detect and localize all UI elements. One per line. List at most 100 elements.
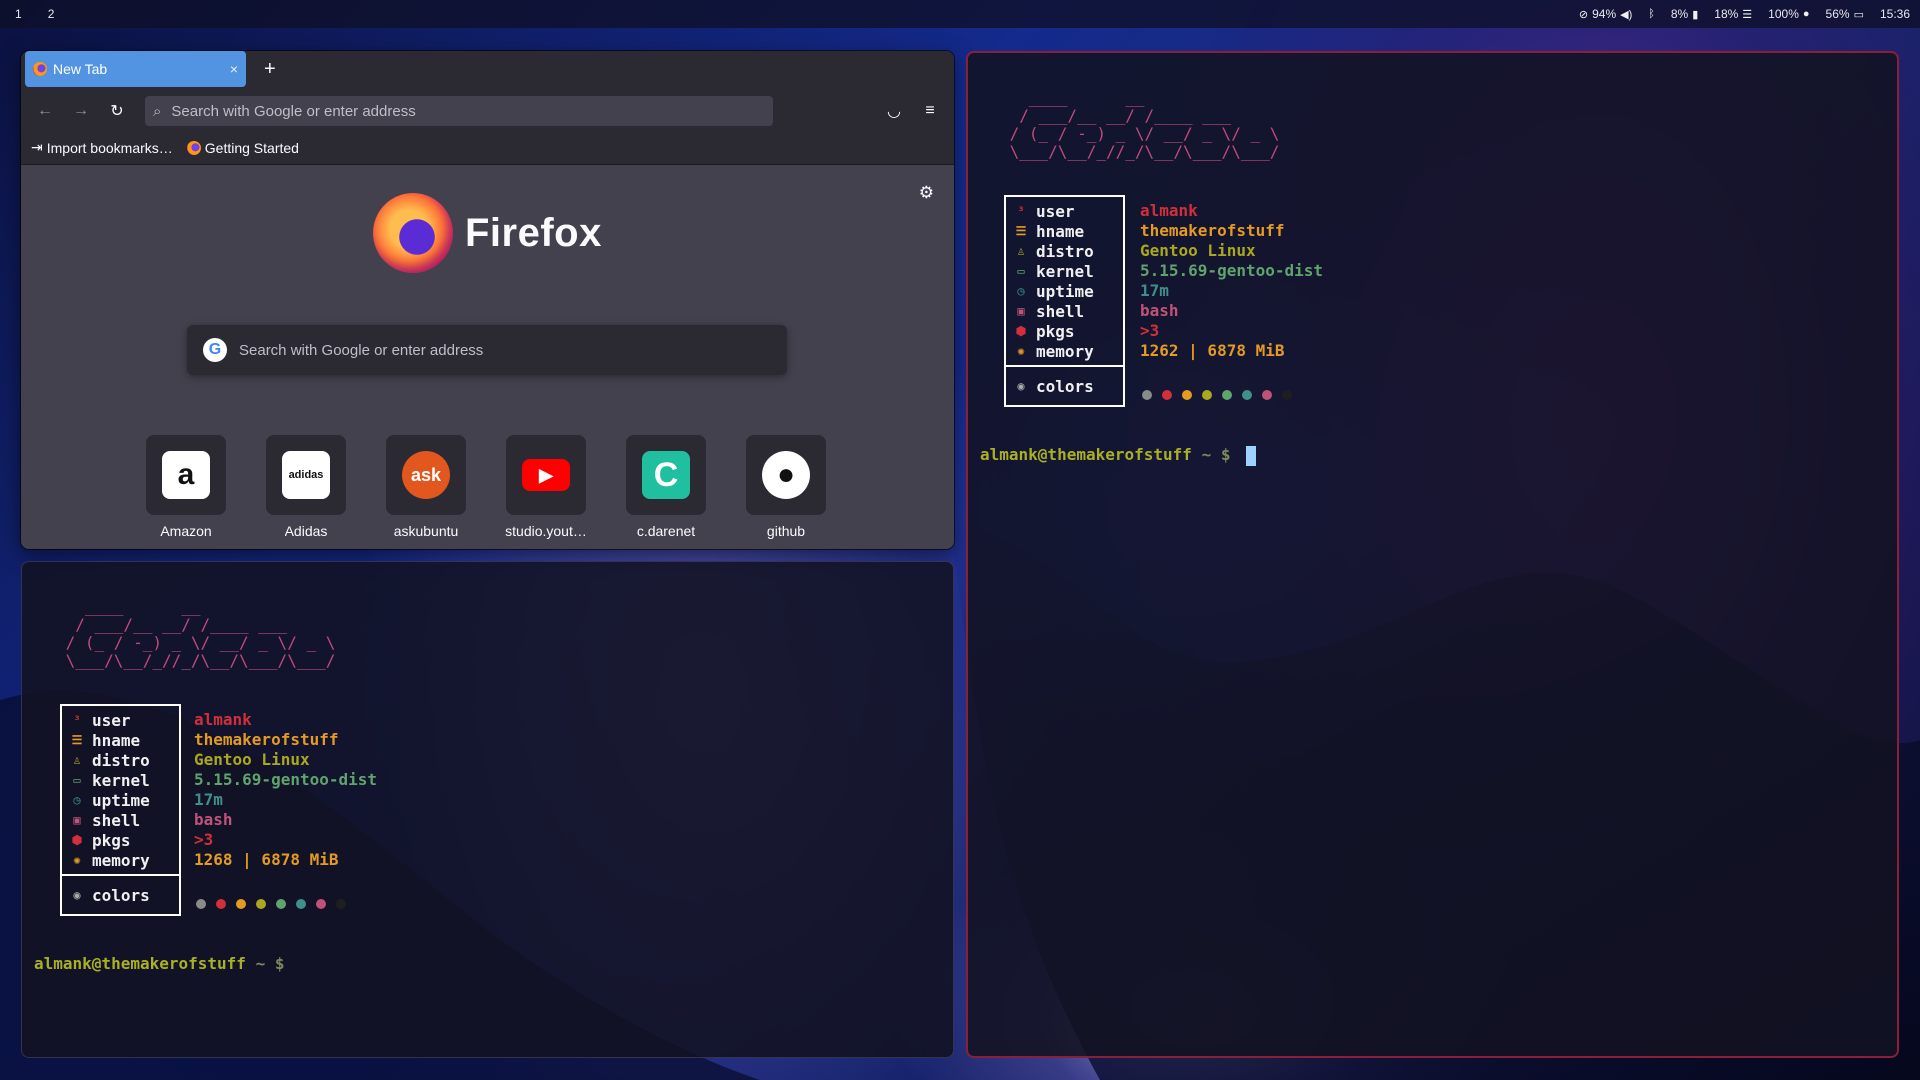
url-bar[interactable]: ⌕ Search with Google or enter address [145, 96, 773, 126]
prompt-cwd: ~ $ [255, 954, 285, 973]
text-cursor [1246, 445, 1257, 466]
youtube-icon: ▶ [522, 459, 570, 491]
gentoo-ascii-logo: ____ __ / ___/__ __/ /____ ___ / (_ / -_… [65, 597, 336, 670]
workspace-2[interactable]: 2 [45, 5, 58, 23]
status-area: ⊘ 94% ◀) ᛒ 8% ▮ 18% ☰ 100% ● 56% ▭ 15:36 [1579, 7, 1910, 21]
uptime-icon: ◷ [73, 793, 81, 807]
firefox-favicon-icon [186, 140, 201, 155]
value-distro: Gentoo Linux [194, 750, 310, 769]
status-item[interactable]: 18% ☰ [1714, 7, 1752, 21]
forward-arrow-icon[interactable]: → [65, 95, 97, 127]
value-user: almank [194, 710, 252, 729]
workspace-switcher: 1 2 [10, 5, 57, 23]
pkgs-icon: ⬢ [71, 833, 83, 847]
bookmark-getting-started[interactable]: Getting Started [186, 140, 299, 156]
hname-icon: ☰ [71, 733, 83, 747]
github-icon: ● [762, 451, 810, 499]
top-bar: 1 2 ⊘ 94% ◀) ᛒ 8% ▮ 18% ☰ 100% ● 56% ▭ 15:36 [0, 0, 1920, 28]
palette-dot [196, 899, 206, 909]
tab-new-tab[interactable]: New Tab × [25, 51, 246, 87]
top-site-tile[interactable]: adidas Adidas [264, 435, 348, 539]
status-item[interactable]: 56% ▭ [1826, 7, 1864, 21]
prompt-user-host: almank@themakerofstuff [34, 954, 246, 973]
value-memory: 1262 | 6878 MiB [1140, 341, 1285, 360]
hamburger-menu-icon[interactable]: ≡ [914, 95, 946, 127]
memory-icon: ✺ [1017, 344, 1025, 358]
menu-lines-icon: ☰ [1742, 8, 1753, 21]
back-arrow-icon[interactable]: ← [29, 95, 61, 127]
tile-label: studio.yout… [505, 523, 587, 539]
firefox-wordmark: Firefox [465, 210, 602, 255]
shell-icon: ▣ [73, 813, 81, 827]
color-palette [196, 899, 346, 909]
value-memory: 1268 | 6878 MiB [194, 850, 339, 869]
hname-icon: ☰ [1015, 224, 1027, 238]
eye-slash-icon: ⊘ [1578, 8, 1589, 21]
firefox-logo: Firefox [373, 193, 602, 273]
sysinfo-values: almank themakerofstuff Gentoo Linux 5.15… [1140, 201, 1323, 361]
darenet-icon: C [642, 451, 690, 499]
kernel-icon: ▭ [1017, 264, 1025, 278]
palette-dot [276, 899, 286, 909]
top-site-tile[interactable]: C c.darenet [624, 435, 708, 539]
value-user: almank [1140, 201, 1198, 220]
distro-icon: ♙ [1017, 244, 1025, 258]
palette-dot [336, 899, 346, 909]
palette-dot [216, 899, 226, 909]
reload-icon[interactable]: ↻ [101, 95, 133, 127]
value-shell: bash [194, 810, 233, 829]
top-site-tile[interactable]: ▶ studio.yout… [504, 435, 588, 539]
clock[interactable]: 15:36 [1880, 7, 1910, 21]
terminal-window-left[interactable]: ____ __ / ___/__ __/ /____ ___ / (_ / -_… [21, 561, 954, 1058]
new-tab-button[interactable]: + [254, 51, 286, 87]
close-icon[interactable]: × [230, 61, 238, 77]
shell-prompt: almank@themakerofstuff ~ $ [34, 954, 284, 973]
status-item[interactable]: 100% ● [1768, 7, 1809, 21]
kernel-icon: ▭ [73, 773, 81, 787]
search-icon: ⌕ [153, 102, 162, 120]
bookmarks-toolbar: ⇥ Import bookmarks… Getting Started [21, 131, 954, 165]
terminal-window-right[interactable]: ____ __ / ___/__ __/ /____ ___ / (_ / -_… [966, 51, 1899, 1058]
gear-icon[interactable]: ⚙ [919, 183, 934, 203]
prompt-user-host: almank@themakerofstuff [980, 445, 1192, 464]
adidas-icon: adidas [282, 451, 330, 499]
value-pkgs: >3 [1140, 321, 1160, 340]
value-uptime: 17m [194, 790, 223, 809]
value-kernel: 5.15.69-gentoo-dist [194, 770, 378, 789]
pocket-icon[interactable]: ◡ [878, 95, 910, 127]
top-sites: a Amazon adidas Adidas ask askubuntu ▶ s… [144, 435, 828, 539]
top-site-tile[interactable]: ask askubuntu [384, 435, 468, 539]
bookmark-import[interactable]: ⇥ Import bookmarks… [31, 139, 173, 156]
value-distro: Gentoo Linux [1140, 241, 1256, 260]
top-site-tile[interactable]: ● github [744, 435, 828, 539]
sysinfo-box: ³ user ☰ hname ♙ distro ▭ kernel ◷ uptime ▣ sh… [1004, 195, 1125, 407]
tab-strip: New Tab × + [21, 51, 954, 91]
palette-dot [236, 899, 246, 909]
search-input[interactable]: G Search with Google or enter address [187, 325, 787, 375]
user-icon: ³ [1017, 204, 1025, 218]
palette-dot [1242, 390, 1252, 400]
status-item[interactable]: ᛒ [1648, 8, 1655, 20]
import-icon: ⇥ [31, 139, 43, 155]
palette-icon: ◉ [1017, 379, 1025, 393]
top-site-tile[interactable]: a Amazon [144, 435, 228, 539]
sysinfo-box: ³ user ☰ hname ♙ distro ▭ kernel ◷ uptime ▣ sh… [60, 704, 181, 916]
palette-dot [1222, 390, 1232, 400]
palette-dot [1142, 390, 1152, 400]
gentoo-ascii-logo: ____ __ / ___/__ __/ /____ ___ / (_ / -_… [1009, 88, 1280, 161]
sysinfo-values: almank themakerofstuff Gentoo Linux 5.15… [194, 710, 377, 870]
status-item[interactable]: ⊘ 94% ◀) [1579, 7, 1632, 21]
status-item[interactable]: 8% ▮ [1671, 7, 1698, 21]
distro-icon: ♙ [73, 753, 81, 767]
shell-prompt: almank@themakerofstuff ~ $ [980, 445, 1257, 466]
palette-dot [1162, 390, 1172, 400]
workspace-1[interactable]: 1 [12, 5, 25, 23]
palette-dot [1182, 390, 1192, 400]
tile-label: github [766, 523, 806, 539]
bluetooth-off-icon: ᛒ [1648, 8, 1655, 20]
value-shell: bash [1140, 301, 1179, 320]
value-kernel: 5.15.69-gentoo-dist [1140, 261, 1324, 280]
user-icon: ³ [73, 713, 81, 727]
navigation-toolbar: ← → ↻ ⌕ Search with Google or enter addr… [21, 91, 954, 131]
tile-label: c.darenet [636, 523, 696, 539]
